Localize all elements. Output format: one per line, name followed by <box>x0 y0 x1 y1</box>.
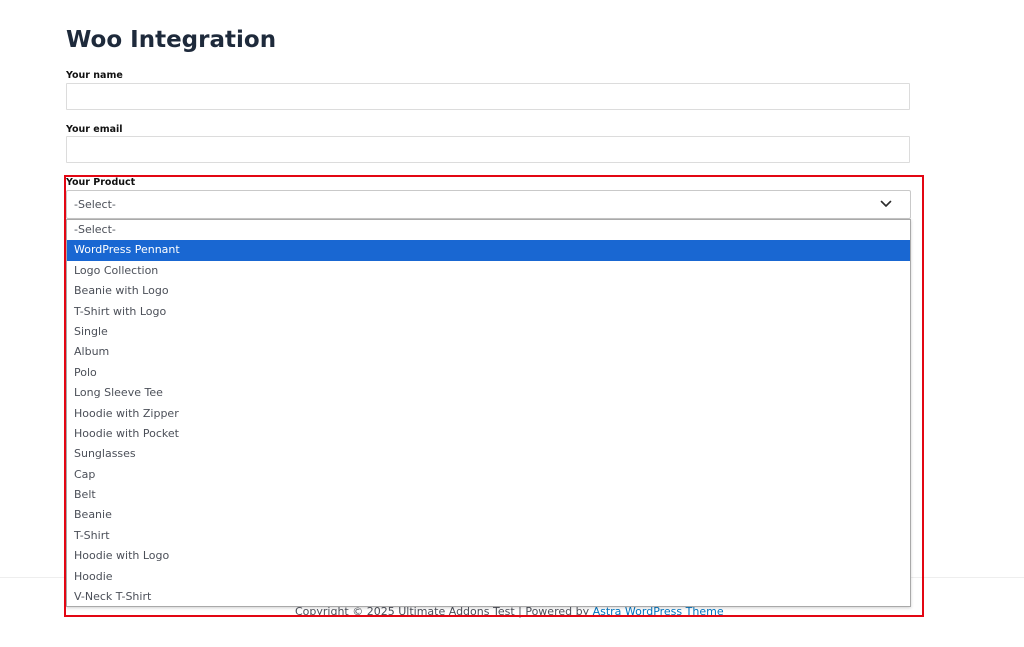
dropdown-option[interactable]: Belt <box>67 485 910 505</box>
dropdown-option[interactable]: Hoodie with Pocket <box>67 424 910 444</box>
dropdown-option[interactable]: Hoodie with Logo <box>67 546 910 566</box>
dropdown-option[interactable]: Album <box>67 342 910 362</box>
footer-copyright: Copyright © 2025 Ultimate Addons Test | … <box>295 605 724 619</box>
chevron-down-icon[interactable] <box>880 199 892 209</box>
dropdown-option[interactable]: Long Sleeve Tee <box>67 383 910 403</box>
email-label: Your email <box>66 124 123 135</box>
dropdown-option[interactable]: Beanie with Logo <box>67 281 910 301</box>
email-field[interactable] <box>66 136 910 163</box>
product-select-value: -Select- <box>74 198 116 211</box>
dropdown-option[interactable]: WordPress Pennant <box>67 240 910 261</box>
product-dropdown-list[interactable]: -Select- WordPress Pennant Logo Collection… <box>66 219 911 607</box>
product-select[interactable]: -Select- <box>66 190 911 219</box>
dropdown-option[interactable]: Beanie <box>67 505 910 525</box>
dropdown-option[interactable]: Single <box>67 322 910 342</box>
dropdown-option[interactable]: Sunglasses <box>67 444 910 464</box>
dropdown-option[interactable]: T-Shirt with Logo <box>67 302 910 322</box>
name-field[interactable] <box>66 83 910 110</box>
dropdown-option[interactable]: Cap <box>67 465 910 485</box>
dropdown-option[interactable]: Logo Collection <box>67 261 910 281</box>
dropdown-option[interactable]: Hoodie with Zipper <box>67 404 910 424</box>
name-label: Your name <box>66 70 123 81</box>
dropdown-option[interactable]: T-Shirt <box>67 526 910 546</box>
dropdown-option[interactable]: V-Neck T-Shirt <box>67 587 910 606</box>
dropdown-option[interactable]: -Select- <box>67 220 910 240</box>
page: Woo Integration Your name Your email You… <box>0 0 1024 647</box>
page-title: Woo Integration <box>66 27 277 53</box>
product-label: Your Product <box>66 177 136 188</box>
dropdown-option[interactable]: Polo <box>67 363 910 383</box>
dropdown-option[interactable]: Hoodie <box>67 567 910 587</box>
